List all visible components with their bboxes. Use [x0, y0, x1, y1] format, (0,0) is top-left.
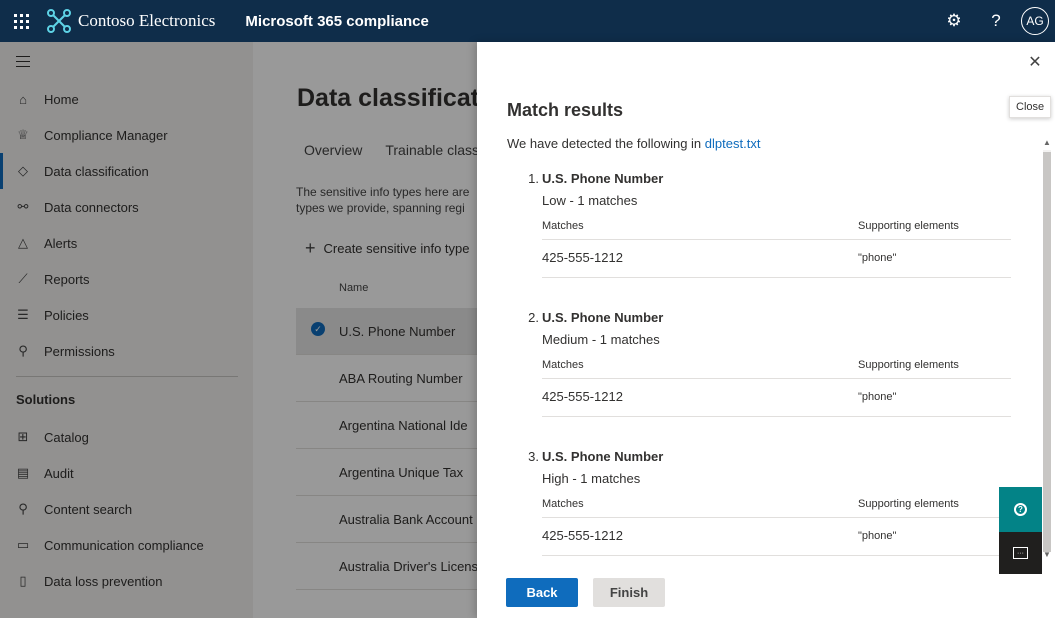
result-number: 2.	[528, 310, 539, 325]
contoso-logo-icon	[47, 9, 71, 33]
column-header-matches: Matches	[542, 359, 584, 371]
result-level: Low - 1 matches	[542, 193, 638, 208]
panel-scrollbar[interactable]: ▲ ▼	[1041, 138, 1053, 564]
result-level: High - 1 matches	[542, 471, 641, 486]
help-fab-button[interactable]: ?	[999, 487, 1042, 532]
top-bar: Contoso Electronics Microsoft 365 compli…	[0, 0, 1055, 42]
close-tooltip: Close	[1009, 96, 1052, 118]
modal-overlay[interactable]	[0, 42, 477, 618]
result-level: Medium - 1 matches	[542, 332, 660, 347]
divider	[542, 378, 1011, 379]
result-title: U.S. Phone Number	[542, 171, 664, 186]
result-item: 2. U.S. Phone Number Medium - 1 matches …	[507, 307, 1012, 446]
close-button[interactable]: ✕	[1026, 54, 1044, 72]
waffle-icon	[13, 13, 29, 29]
divider	[542, 517, 1011, 518]
supporting-value: "phone"	[858, 252, 897, 264]
finish-button[interactable]: Finish	[593, 578, 665, 607]
results-list: 1. U.S. Phone Number Low - 1 matches Mat…	[507, 168, 1012, 564]
settings-button[interactable]: ⚙	[933, 0, 975, 42]
file-link[interactable]: dlptest.txt	[705, 136, 761, 151]
column-header-supporting: Supporting elements	[858, 359, 959, 371]
match-value: 425-555-1212	[542, 389, 623, 404]
result-item: 1. U.S. Phone Number Low - 1 matches Mat…	[507, 168, 1012, 307]
column-header-supporting: Supporting elements	[858, 498, 959, 510]
column-header-supporting: Supporting elements	[858, 220, 959, 232]
result-title: U.S. Phone Number	[542, 449, 664, 464]
divider	[542, 239, 1011, 240]
scroll-thumb[interactable]	[1043, 152, 1051, 552]
result-title: U.S. Phone Number	[542, 310, 664, 325]
app-launcher-button[interactable]	[0, 0, 42, 42]
app-title[interactable]: Microsoft 365 compliance	[245, 13, 428, 30]
column-header-matches: Matches	[542, 498, 584, 510]
match-value: 425-555-1212	[542, 528, 623, 543]
result-number: 1.	[528, 171, 539, 186]
match-value: 425-555-1212	[542, 250, 623, 265]
brand-name: Contoso Electronics	[78, 11, 216, 30]
match-results-panel: ✕ Close Match results We have detected t…	[477, 42, 1055, 618]
scroll-up-arrow-icon[interactable]: ▲	[1041, 138, 1053, 147]
column-header-matches: Matches	[542, 220, 584, 232]
divider	[542, 416, 1011, 417]
back-button[interactable]: Back	[506, 578, 578, 607]
divider	[542, 277, 1011, 278]
avatar[interactable]: AG	[1021, 7, 1049, 35]
result-number: 3.	[528, 449, 539, 464]
feedback-fab-button[interactable]: ···	[999, 532, 1042, 574]
supporting-value: "phone"	[858, 530, 897, 542]
supporting-value: "phone"	[858, 391, 897, 403]
gear-icon: ⚙	[946, 11, 962, 30]
question-icon: ?	[991, 11, 1001, 30]
feedback-icon: ···	[1013, 547, 1028, 559]
result-item: 3. U.S. Phone Number High - 1 matches Ma…	[507, 446, 1012, 564]
help-button[interactable]: ?	[975, 0, 1017, 42]
panel-intro: We have detected the following in dlptes…	[507, 136, 760, 151]
panel-title: Match results	[507, 100, 624, 120]
question-icon: ?	[1014, 503, 1027, 516]
close-icon: ✕	[1028, 54, 1042, 71]
intro-text: We have detected the following in	[507, 136, 702, 151]
brand-logo[interactable]: Contoso Electronics	[46, 8, 215, 34]
scroll-down-arrow-icon[interactable]: ▼	[1041, 550, 1053, 559]
divider	[542, 555, 1011, 556]
